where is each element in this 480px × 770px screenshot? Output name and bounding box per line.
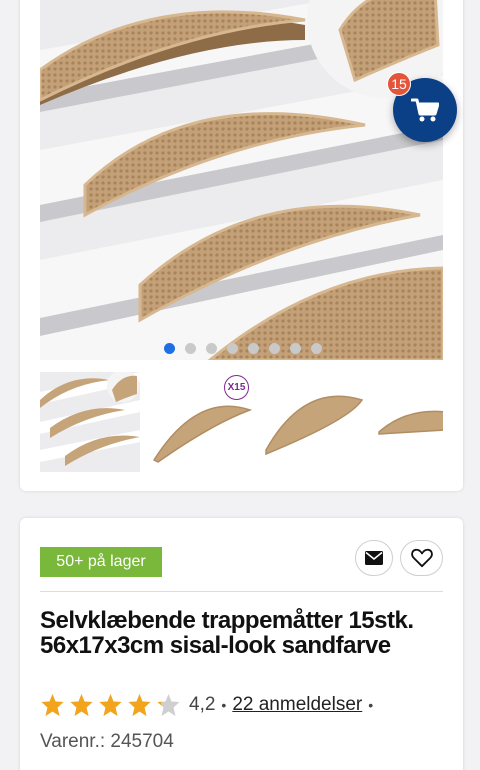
stair-mats-photo	[40, 0, 443, 360]
cart-count-badge: 15	[387, 72, 411, 96]
rating-row: 4,2 • 22 anmeldelser •	[40, 691, 379, 719]
carousel-dot[interactable]	[248, 343, 259, 354]
product-title: Selvklæbende trappemåtter 15stk. 56x17x3…	[40, 607, 414, 659]
carousel-dot[interactable]	[269, 343, 280, 354]
wishlist-button[interactable]	[400, 540, 443, 576]
thumbnail-image	[40, 372, 140, 472]
star-icon	[128, 694, 151, 716]
stock-badge: 50+ på lager	[40, 547, 162, 577]
separator: •	[221, 697, 227, 713]
sku-number: Varenr.: 245704	[40, 731, 174, 752]
carousel-dot[interactable]	[311, 343, 322, 354]
heart-icon	[410, 548, 433, 568]
reviews-link[interactable]: 22 anmeldelser	[232, 694, 362, 716]
carousel-dot[interactable]	[185, 343, 196, 354]
carousel-dot[interactable]	[227, 343, 238, 354]
carousel-dot[interactable]	[164, 343, 175, 354]
star-icon	[70, 694, 93, 716]
thumbnail-1[interactable]	[40, 372, 140, 472]
star-rating	[40, 693, 181, 717]
star-icon	[157, 694, 180, 716]
divider	[40, 591, 443, 592]
envelope-icon	[365, 551, 383, 565]
quantity-x15-badge: X15	[224, 375, 249, 400]
thumbnail-4[interactable]	[376, 372, 443, 472]
thumbnail-image	[378, 410, 443, 435]
star-icon	[41, 694, 64, 716]
separator: •	[368, 697, 374, 713]
carousel-dots[interactable]	[164, 343, 322, 354]
thumbnail-image	[265, 395, 364, 456]
carousel-dot[interactable]	[290, 343, 301, 354]
carousel-dot[interactable]	[206, 343, 217, 354]
email-button[interactable]	[355, 540, 393, 576]
star-icon	[99, 694, 122, 716]
rating-value: 4,2	[189, 694, 216, 715]
thumbnail-3[interactable]	[264, 372, 364, 472]
cart-icon	[411, 98, 439, 122]
product-main-image[interactable]	[40, 0, 443, 360]
